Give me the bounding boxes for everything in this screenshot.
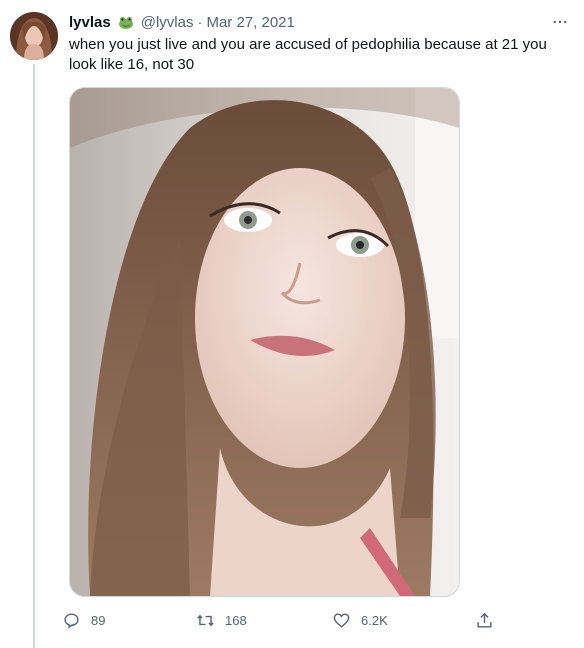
heart-icon bbox=[333, 612, 350, 628]
share-icon bbox=[477, 612, 492, 628]
retweet-count: 168 bbox=[225, 612, 247, 628]
tweet[interactable]: lyvlas @lyvlas · Mar 27, 2021 when you j… bbox=[0, 0, 584, 648]
retweet-button[interactable]: 168 bbox=[196, 606, 247, 634]
frog-icon bbox=[117, 13, 135, 31]
thread-line bbox=[33, 64, 35, 648]
tweet-photo[interactable] bbox=[69, 87, 460, 597]
separator-dot: · bbox=[197, 13, 203, 31]
retweet-icon bbox=[197, 614, 214, 626]
reply-count: 89 bbox=[91, 612, 106, 628]
more-icon bbox=[553, 20, 567, 24]
tweet-text: when you just live and you are accused o… bbox=[69, 36, 547, 73]
photo-image bbox=[70, 88, 459, 596]
handle[interactable]: @lyvlas bbox=[141, 14, 194, 31]
share-button[interactable] bbox=[475, 606, 494, 634]
avatar[interactable] bbox=[10, 12, 58, 60]
avatar-image bbox=[10, 12, 58, 60]
like-button[interactable]: 6.2K bbox=[332, 606, 388, 634]
reply-button[interactable]: 89 bbox=[62, 606, 105, 634]
tweet-header: lyvlas @lyvlas · Mar 27, 2021 bbox=[69, 12, 295, 32]
display-name[interactable]: lyvlas bbox=[69, 14, 111, 31]
reply-icon bbox=[64, 612, 79, 629]
tweet-date[interactable]: Mar 27, 2021 bbox=[206, 14, 294, 31]
tweet-actions: 89 168 6.2K bbox=[62, 606, 502, 634]
like-count: 6.2K bbox=[361, 612, 388, 628]
more-options-button[interactable] bbox=[548, 10, 572, 34]
